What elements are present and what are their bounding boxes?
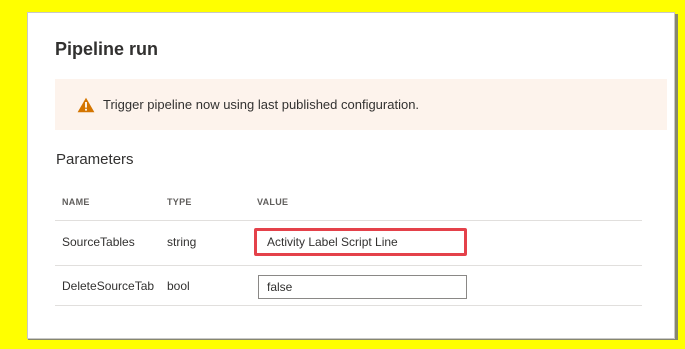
panel-title: Pipeline run [55,39,159,59]
header-divider [55,220,642,221]
pipeline-run-panel: Pipeline run Trigger pipeline now using … [27,12,675,339]
column-header-type: TYPE [167,197,192,207]
param-value-deletesourcetab-input[interactable]: false [258,275,467,299]
param-type-sourcetables: string [167,235,197,249]
param-name-deletesourcetab: DeleteSourceTab [62,279,155,293]
warning-icon [77,97,95,113]
column-header-value: VALUE [257,197,289,207]
banner-text: Trigger pipeline now using last publishe… [103,97,420,112]
row-divider [55,305,642,306]
column-header-name: NAME [62,197,90,207]
param-type-deletesourcetab: bool [167,279,190,293]
parameters-heading: Parameters [56,151,134,168]
param-name-sourcetables: SourceTables [62,235,135,249]
annotation-highlight-box [254,228,467,256]
row-divider [55,265,642,266]
warning-banner: Trigger pipeline now using last publishe… [55,79,667,130]
